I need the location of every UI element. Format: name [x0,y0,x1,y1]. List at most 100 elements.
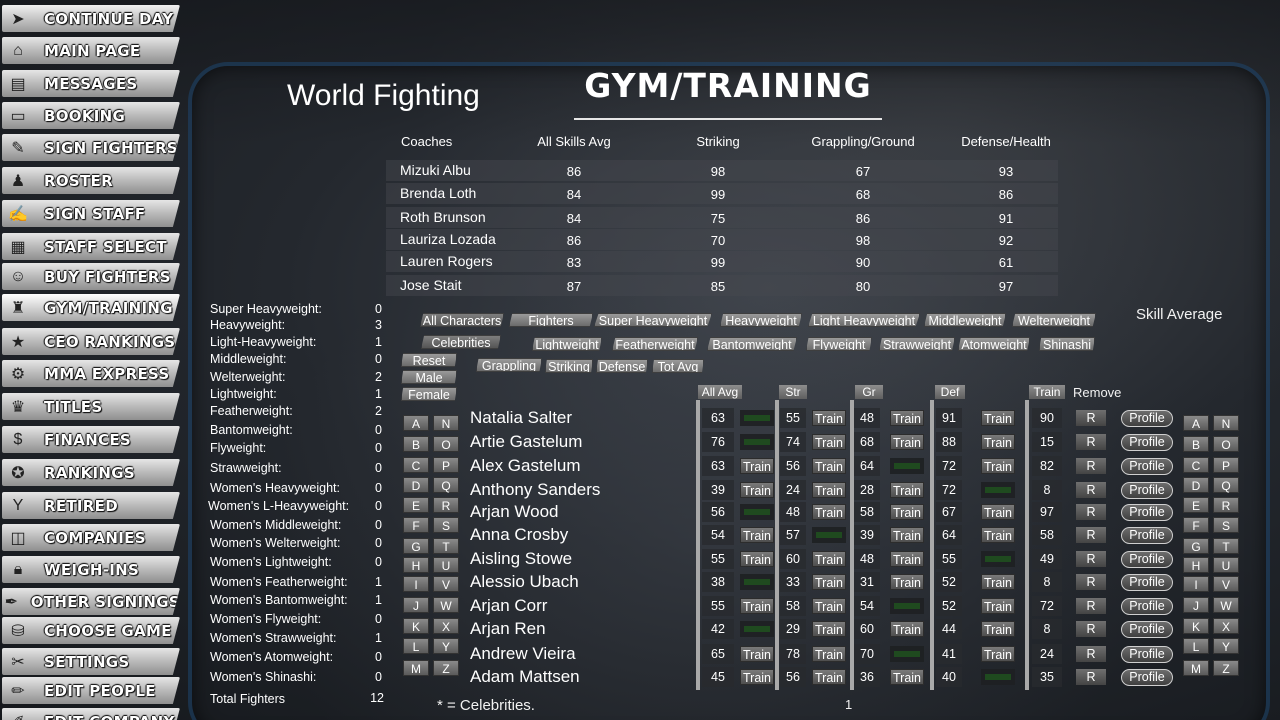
sort-tot-avg-button[interactable]: Tot Avg [652,359,704,373]
filter-reset-button[interactable]: Reset [401,353,457,367]
remove-fighter-button[interactable]: R [1076,551,1106,567]
fighter-name[interactable]: Andrew Vieira [470,644,576,664]
fighter-name[interactable]: Arjan Corr [470,596,547,616]
striking-train-button[interactable]: Train [812,482,846,498]
right-letter-filter-g-button[interactable]: G [1183,538,1209,554]
grappling-train-button[interactable]: Train [890,410,924,426]
sidebar-item-retired[interactable]: Y RETIRED [2,492,180,519]
profile-button[interactable]: Profile [1121,504,1173,521]
right-letter-filter-z-button[interactable]: Z [1213,660,1239,676]
all-avg-train-button[interactable]: Train [740,482,774,498]
filter-featherweight-button[interactable]: Featherweight [612,337,698,351]
profile-button[interactable]: Profile [1121,621,1173,638]
sidebar-item-choose-game[interactable]: ⛁ CHOOSE GAME [2,617,180,644]
letter-filter-o-button[interactable]: O [433,436,459,452]
letter-filter-h-button[interactable]: H [403,557,429,573]
filter-flyweight-button[interactable]: Flyweight [806,337,872,351]
letter-filter-u-button[interactable]: U [433,557,459,573]
all-avg-train-button[interactable]: Train [740,458,774,474]
sidebar-item-rankings[interactable]: ✪ RANKINGS [2,459,180,486]
letter-filter-t-button[interactable]: T [433,538,459,554]
fighter-name[interactable]: Arjan Wood [470,502,559,522]
fighter-name[interactable]: Artie Gastelum [470,432,582,452]
right-letter-filter-y-button[interactable]: Y [1213,638,1239,654]
remove-fighter-button[interactable]: R [1076,669,1106,685]
right-letter-filter-f-button[interactable]: F [1183,517,1209,533]
defense-train-button[interactable]: Train [981,434,1015,450]
letter-filter-n-button[interactable]: N [433,415,459,431]
defense-train-button[interactable]: Train [981,458,1015,474]
fighter-name[interactable]: Anna Crosby [470,525,568,545]
striking-train-button[interactable]: Train [812,410,846,426]
letter-filter-j-button[interactable]: J [403,597,429,613]
defense-train-button[interactable]: Train [981,598,1015,614]
filter-super-heavyweight-button[interactable]: Super Heavyweight [594,313,712,327]
striking-train-button[interactable]: Train [812,646,846,662]
sort-striking-button[interactable]: Striking [545,359,593,373]
letter-filter-w-button[interactable]: W [433,597,459,613]
letter-filter-q-button[interactable]: Q [433,477,459,493]
remove-fighter-button[interactable]: R [1076,434,1106,450]
profile-button[interactable]: Profile [1121,669,1173,686]
striking-train-button[interactable]: Train [812,504,846,520]
sidebar-item-messages[interactable]: ▤ MESSAGES [2,70,180,97]
grappling-train-button[interactable]: Train [890,621,924,637]
right-letter-filter-q-button[interactable]: Q [1213,477,1239,493]
letter-filter-y-button[interactable]: Y [433,638,459,654]
remove-fighter-button[interactable]: R [1076,410,1106,426]
right-letter-filter-k-button[interactable]: K [1183,618,1209,634]
letter-filter-i-button[interactable]: I [403,576,429,592]
filter-celebrities-button[interactable]: Celebrities [421,335,501,349]
grappling-train-button[interactable]: Train [890,574,924,590]
sidebar-item-main-page[interactable]: ⌂ MAIN PAGE [2,37,180,64]
remove-fighter-button[interactable]: R [1076,646,1106,662]
filter-lightweight-button[interactable]: Lightweight [532,337,602,351]
sidebar-item-mma-express[interactable]: ⚙ MMA EXPRESS [2,360,180,387]
sidebar-item-buy-fighters[interactable]: ☺ BUY FIGHTERS [2,263,180,290]
profile-button[interactable]: Profile [1121,482,1173,499]
striking-train-button[interactable]: Train [812,434,846,450]
striking-train-button[interactable]: Train [812,574,846,590]
right-letter-filter-h-button[interactable]: H [1183,557,1209,573]
remove-fighter-button[interactable]: R [1076,621,1106,637]
letter-filter-m-button[interactable]: M [403,660,429,676]
sidebar-item-finances[interactable]: $ FINANCES [2,426,180,453]
letter-filter-d-button[interactable]: D [403,477,429,493]
sidebar-item-ceo-rankings[interactable]: ★ CEO RANKINGS [2,328,180,355]
all-avg-train-button[interactable]: Train [740,598,774,614]
sidebar-item-continue-day[interactable]: ➤ CONTINUE DAY [2,5,180,32]
all-avg-train-button[interactable]: Train [740,669,774,685]
letter-filter-z-button[interactable]: Z [433,660,459,676]
right-letter-filter-e-button[interactable]: E [1183,497,1209,513]
all-avg-train-button[interactable]: Train [740,551,774,567]
filter-female-button[interactable]: Female [401,387,457,401]
sidebar-item-weigh-ins[interactable]: 🔒︎ WEIGH-INS [2,556,180,583]
all-avg-train-button[interactable]: Train [740,646,774,662]
fighter-name[interactable]: Natalia Salter [470,408,572,428]
letter-filter-l-button[interactable]: L [403,638,429,654]
right-letter-filter-c-button[interactable]: C [1183,457,1209,473]
fighter-name[interactable]: Alex Gastelum [470,456,581,476]
sidebar-item-sign-fighters[interactable]: ✎ SIGN FIGHTERS [2,134,180,161]
letter-filter-s-button[interactable]: S [433,517,459,533]
profile-button[interactable]: Profile [1121,410,1173,427]
right-letter-filter-p-button[interactable]: P [1213,457,1239,473]
fighter-name[interactable]: Adam Mattsen [470,667,580,687]
sidebar-item-settings[interactable]: ✂ SETTINGS [2,648,180,675]
profile-button[interactable]: Profile [1121,574,1173,591]
right-letter-filter-t-button[interactable]: T [1213,538,1239,554]
fighter-name[interactable]: Arjan Ren [470,619,546,639]
right-letter-filter-a-button[interactable]: A [1183,415,1209,431]
grappling-train-button[interactable]: Train [890,527,924,543]
right-letter-filter-m-button[interactable]: M [1183,660,1209,676]
letter-filter-r-button[interactable]: R [433,497,459,513]
right-letter-filter-r-button[interactable]: R [1213,497,1239,513]
fighter-name[interactable]: Anthony Sanders [470,480,600,500]
filter-bantomweight-button[interactable]: Bantomweight [707,337,797,351]
filter-fighters-button[interactable]: Fighters [509,313,593,327]
remove-fighter-button[interactable]: R [1076,527,1106,543]
letter-filter-x-button[interactable]: X [433,618,459,634]
right-letter-filter-o-button[interactable]: O [1213,436,1239,452]
all-avg-train-button[interactable]: Train [740,527,774,543]
filter-middleweight-button[interactable]: Middleweight [924,313,1006,327]
